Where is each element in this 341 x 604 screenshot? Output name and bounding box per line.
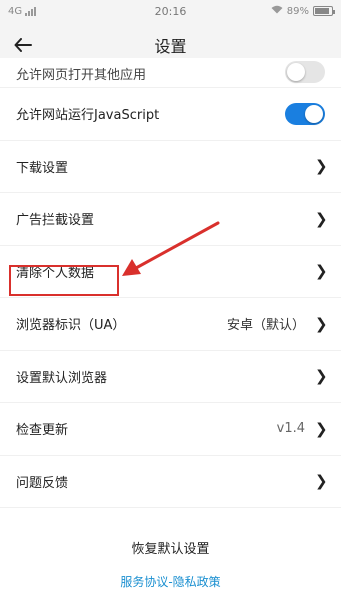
chevron-right-icon: ❯ bbox=[315, 262, 328, 281]
setting-label: 允许网页打开其他应用 bbox=[16, 68, 147, 83]
reset-defaults-button[interactable]: 恢复默认设置 bbox=[131, 538, 209, 557]
setting-label: 浏览器标识（UA） bbox=[16, 318, 126, 334]
footer-links: 服务协议-隐私政策 bbox=[0, 573, 341, 590]
setting-label: 允许网站运行JavaScript bbox=[16, 108, 160, 124]
chevron-right-icon: ❯ bbox=[315, 209, 328, 228]
setting-default-browser[interactable]: 设置默认浏览器 ❯ bbox=[0, 351, 341, 403]
signal-icon bbox=[25, 6, 37, 16]
chevron-right-icon: ❯ bbox=[315, 157, 328, 176]
page-title: 设置 bbox=[154, 37, 187, 56]
setting-label: 检查更新 bbox=[16, 423, 69, 439]
toggle-knob bbox=[305, 104, 323, 123]
setting-label: 下载设置 bbox=[16, 160, 69, 176]
setting-feedback[interactable]: 问题反馈 ❯ bbox=[0, 456, 341, 508]
battery-percent: 89% bbox=[286, 5, 309, 17]
setting-check-update[interactable]: 检查更新 v1.4 ❯ bbox=[0, 403, 341, 456]
settings-footer: 恢复默认设置 服务协议-隐私政策 bbox=[0, 528, 341, 604]
settings-list[interactable]: 允许网页打开其他应用 允许网站运行JavaScript 下载设置 ❯ 广告拦截设… bbox=[0, 58, 341, 528]
setting-label: 清除个人数据 bbox=[16, 265, 95, 281]
setting-clear-personal-data[interactable]: 清除个人数据 ❯ bbox=[0, 246, 341, 298]
status-left: 4G bbox=[8, 6, 118, 17]
arrow-left-icon bbox=[14, 38, 32, 52]
setting-download[interactable]: 下载设置 ❯ bbox=[0, 141, 341, 193]
status-right: 89% bbox=[223, 5, 335, 17]
setting-adblock[interactable]: 广告拦截设置 ❯ bbox=[0, 193, 341, 246]
wifi-icon bbox=[271, 5, 283, 17]
setting-label: 设置默认浏览器 bbox=[16, 370, 108, 386]
setting-open-other-apps: 允许网页打开其他应用 bbox=[0, 58, 341, 88]
setting-label: 问题反馈 bbox=[16, 475, 69, 491]
setting-browser-ua[interactable]: 浏览器标识（UA） 安卓（默认） ❯ bbox=[0, 298, 341, 351]
chevron-right-icon: ❯ bbox=[315, 314, 328, 333]
chevron-right-icon: ❯ bbox=[315, 419, 328, 438]
privacy-link[interactable]: 隐私政策 bbox=[173, 575, 221, 589]
open-other-apps-toggle[interactable] bbox=[285, 61, 325, 83]
chevron-right-icon: ❯ bbox=[315, 367, 328, 386]
setting-allow-javascript: 允许网站运行JavaScript bbox=[0, 88, 341, 141]
chevron-right-icon: ❯ bbox=[315, 472, 328, 491]
setting-label: 广告拦截设置 bbox=[16, 213, 95, 229]
toggle-knob bbox=[287, 63, 305, 81]
version-value: v1.4 bbox=[276, 421, 305, 437]
battery-icon bbox=[313, 6, 335, 16]
allow-javascript-toggle[interactable] bbox=[285, 102, 325, 125]
network-type: 4G bbox=[8, 5, 23, 17]
terms-link[interactable]: 服务协议 bbox=[120, 575, 168, 589]
setting-value: 安卓（默认） bbox=[226, 318, 305, 334]
status-bar: 4G 20:16 89% bbox=[0, 0, 341, 22]
status-time: 20:16 bbox=[154, 4, 187, 18]
